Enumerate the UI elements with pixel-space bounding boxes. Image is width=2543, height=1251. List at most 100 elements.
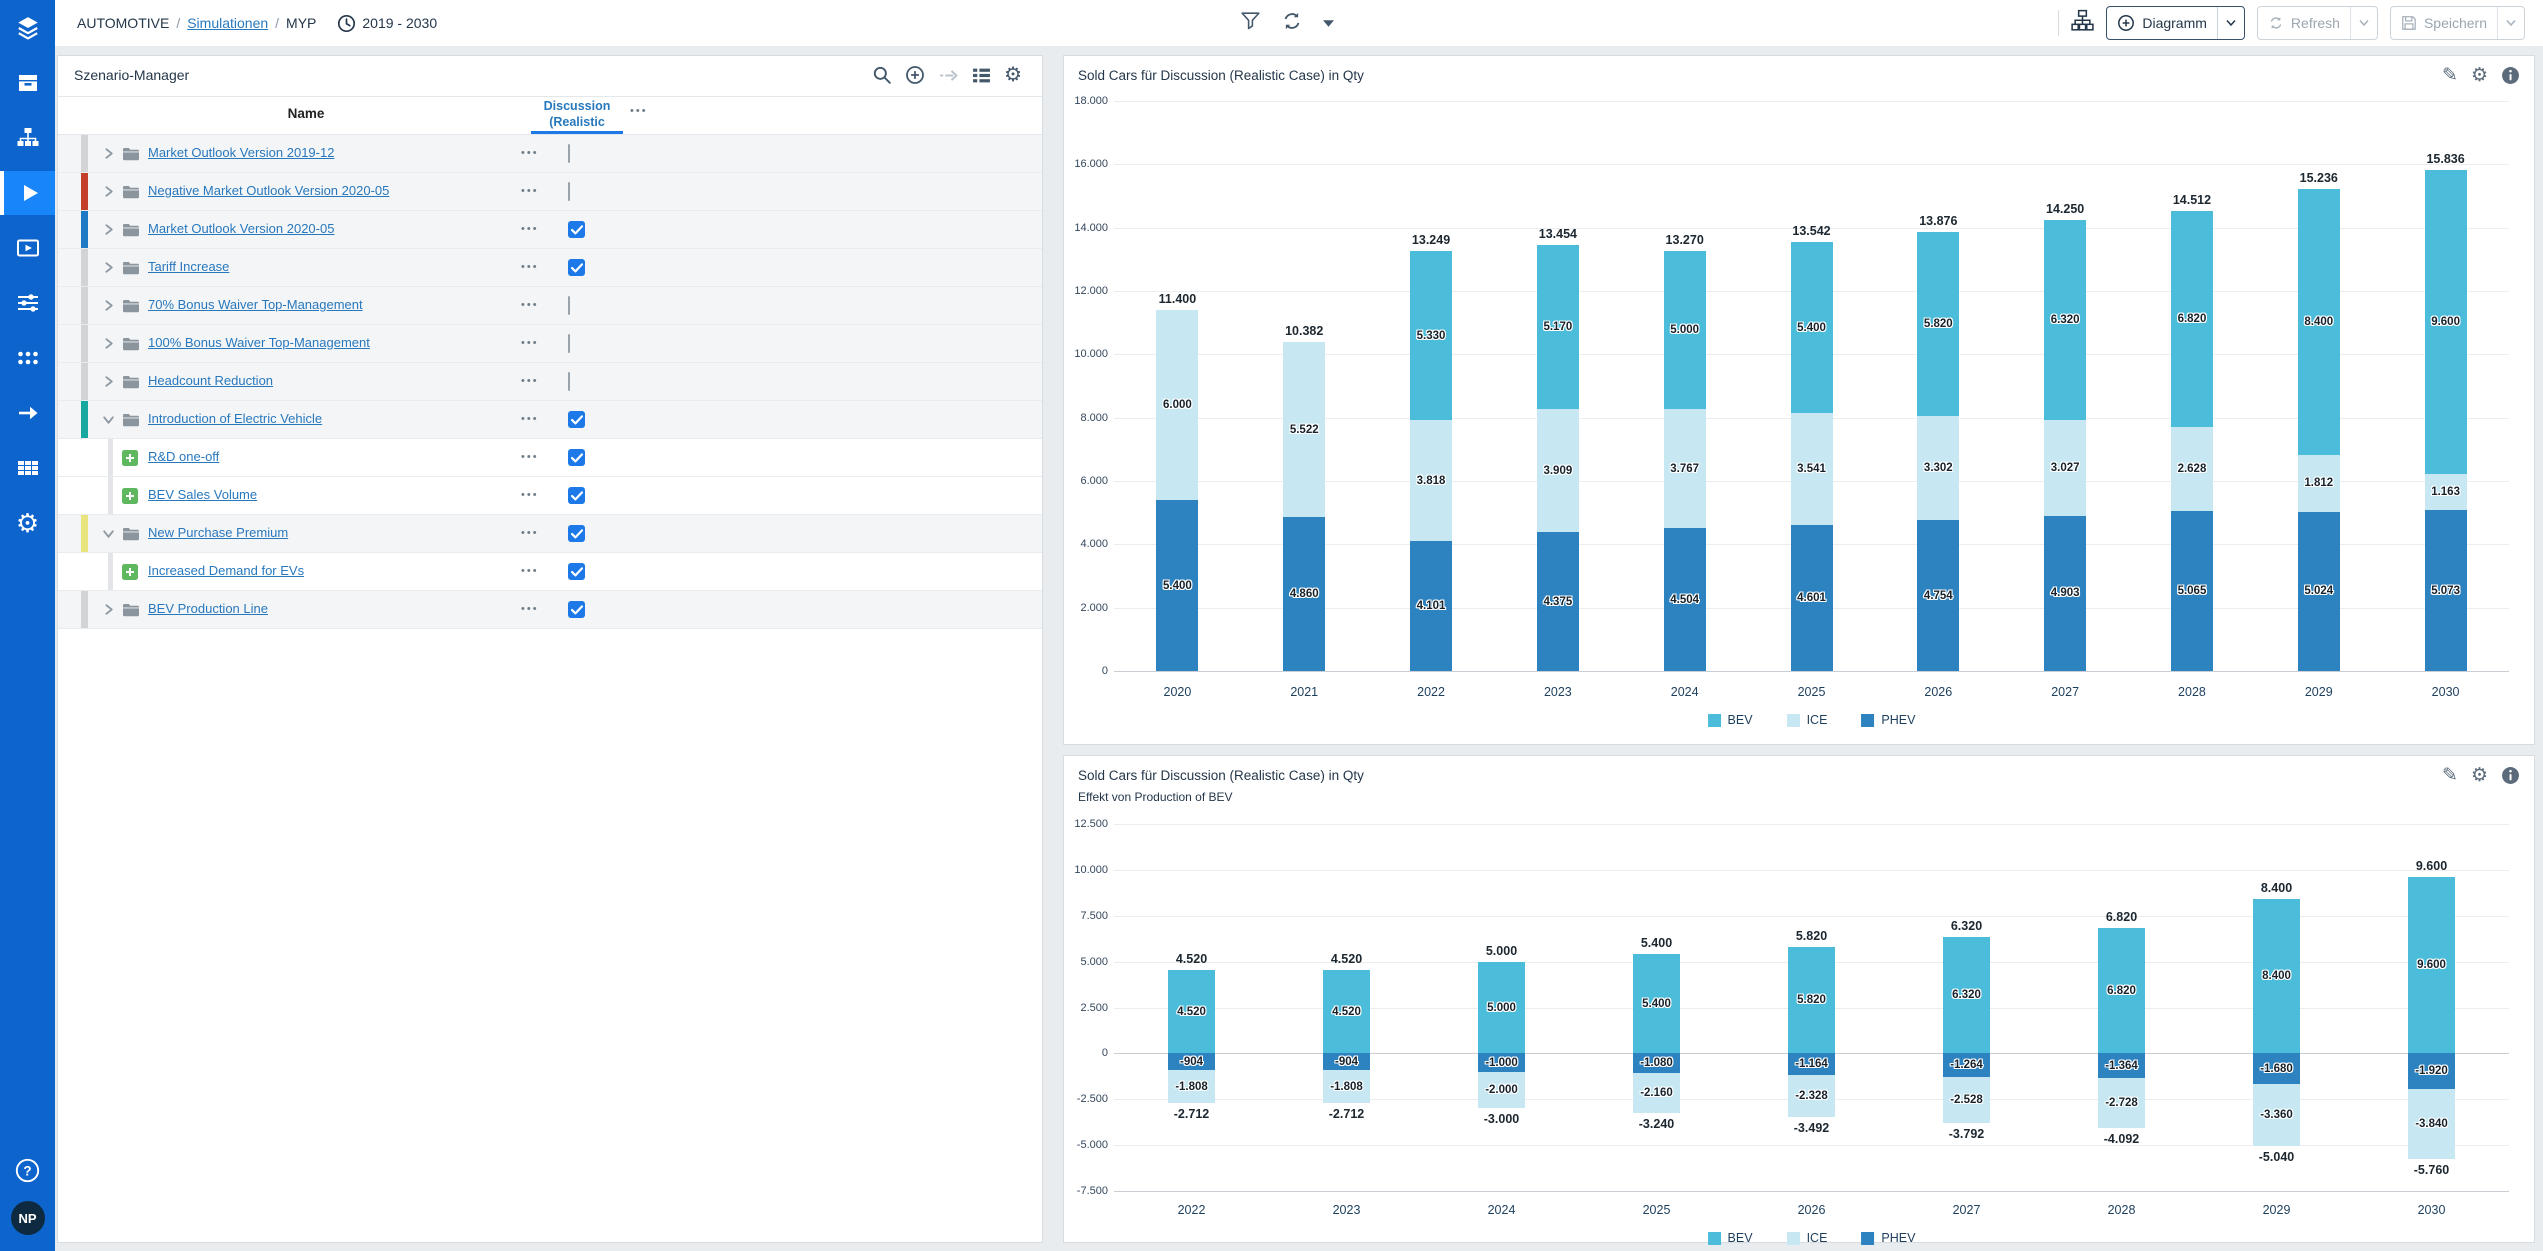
scenario-row[interactable]: Negative Market Outlook Version 2020-05 •… (58, 173, 1042, 211)
legend-item-phev[interactable]: PHEV (1861, 1231, 1915, 1245)
scenario-row[interactable]: Introduction of Electric Vehicle ••• (58, 401, 1042, 439)
help-button[interactable]: ? (14, 1157, 41, 1189)
scenario-name-link[interactable]: BEV Production Line (148, 601, 268, 616)
sidebar-item-gear[interactable]: ⚙ (0, 501, 55, 545)
sidebar-item-play[interactable] (0, 171, 55, 215)
scenario-name-link[interactable]: Headcount Reduction (148, 373, 273, 388)
row-menu-button[interactable]: ••• (521, 413, 539, 425)
row-menu-button[interactable]: ••• (521, 147, 539, 159)
diagram-button-caret[interactable] (2217, 7, 2244, 39)
info-icon[interactable] (2501, 766, 2520, 785)
scenario-row[interactable]: Tariff Increase••• (58, 249, 1042, 287)
scenario-checkbox[interactable] (568, 449, 585, 466)
scenario-name-link[interactable]: Market Outlook Version 2019-12 (148, 145, 334, 160)
row-menu-button[interactable]: ••• (521, 337, 539, 349)
refresh-icon[interactable] (1281, 10, 1303, 37)
row-menu-button[interactable]: ••• (521, 261, 539, 273)
avatar[interactable]: NP (11, 1201, 45, 1235)
chevron-down-icon[interactable] (102, 413, 115, 431)
save-button-caret[interactable] (2497, 7, 2524, 39)
scenario-row[interactable]: New Purchase Premium ••• (58, 515, 1042, 553)
scenario-checkbox[interactable] (568, 221, 585, 238)
save-button[interactable]: Speichern (2390, 6, 2525, 40)
scenario-checkbox[interactable] (568, 601, 585, 618)
chevron-right-icon[interactable] (102, 603, 115, 621)
scenario-row[interactable]: Market Outlook Version 2020-05 ••• (58, 211, 1042, 249)
legend-item-phev[interactable]: PHEV (1861, 713, 1915, 727)
sidebar-item-video-play[interactable] (0, 226, 55, 270)
scenario-checkbox[interactable] (568, 411, 585, 428)
scenario-checkbox[interactable] (568, 144, 570, 163)
scenario-row[interactable]: Increased Demand for EVs ••• (58, 553, 1042, 591)
legend-item-ice[interactable]: ICE (1787, 1231, 1828, 1245)
scenario-row[interactable]: 100% Bonus Waiver Top-Management ••• (58, 325, 1042, 363)
row-menu-button[interactable]: ••• (521, 223, 539, 235)
scenario-checkbox[interactable] (568, 525, 585, 542)
scenario-checkbox[interactable] (568, 296, 570, 315)
list-view-icon[interactable] (972, 67, 991, 84)
legend-item-ice[interactable]: ICE (1787, 713, 1828, 727)
chevron-down-icon[interactable] (102, 527, 115, 545)
sidebar-item-arrow-right[interactable] (0, 391, 55, 435)
scenario-row[interactable]: BEV Sales Volume ••• (58, 477, 1042, 515)
row-menu-button[interactable]: ••• (521, 603, 539, 615)
goto-arrow-icon[interactable] (938, 67, 959, 84)
search-icon[interactable] (872, 65, 892, 85)
row-menu-button[interactable]: ••• (521, 565, 539, 577)
scenario-name-link[interactable]: 100% Bonus Waiver Top-Management (148, 335, 370, 350)
row-menu-button[interactable]: ••• (521, 451, 539, 463)
sidebar-item-org-chart[interactable] (0, 116, 55, 160)
scenario-name-link[interactable]: R&D one-off (148, 449, 219, 464)
chevron-right-icon[interactable] (102, 223, 115, 241)
scenario-row[interactable]: 70% Bonus Waiver Top-Management ••• (58, 287, 1042, 325)
column-menu-button[interactable]: ••• (630, 105, 648, 117)
row-menu-button[interactable]: ••• (521, 527, 539, 539)
sidebar-item-sliders[interactable] (0, 281, 55, 325)
sidebar-item-layers[interactable] (0, 6, 55, 50)
scenario-checkbox[interactable] (568, 334, 570, 353)
edit-icon[interactable]: ✎ (2442, 766, 2458, 785)
sidebar-item-network[interactable] (0, 336, 55, 380)
refresh-button-caret[interactable] (2350, 7, 2377, 39)
refresh-button[interactable]: Refresh (2257, 6, 2378, 40)
scenario-row[interactable]: R&D one-off ••• (58, 439, 1042, 477)
scenario-name-link[interactable]: Introduction of Electric Vehicle (148, 411, 322, 426)
gear-icon[interactable]: ⚙ (2471, 66, 2488, 85)
scenario-name-link[interactable]: Negative Market Outlook Version 2020-05 (148, 183, 389, 198)
chevron-right-icon[interactable] (102, 147, 115, 165)
scenario-name-link[interactable]: New Purchase Premium (148, 525, 288, 540)
row-menu-button[interactable]: ••• (521, 185, 539, 197)
filter-icon[interactable] (1240, 11, 1261, 35)
scenario-checkbox[interactable] (568, 259, 585, 276)
diagram-button[interactable]: Diagramm (2106, 6, 2245, 40)
scenario-name-link[interactable]: 70% Bonus Waiver Top-Management (148, 297, 363, 312)
sidebar-item-archive[interactable] (0, 61, 55, 105)
chevron-right-icon[interactable] (102, 299, 115, 317)
chevron-right-icon[interactable] (102, 337, 115, 355)
info-icon[interactable] (2501, 66, 2520, 85)
scenario-name-link[interactable]: Increased Demand for EVs (148, 563, 304, 578)
scenario-checkbox[interactable] (568, 563, 585, 580)
plus-circle-icon[interactable] (905, 65, 925, 85)
chevron-right-icon[interactable] (102, 375, 115, 393)
scenario-row[interactable]: Market Outlook Version 2019-12 ••• (58, 135, 1042, 173)
breadcrumb-item-simulationen[interactable]: Simulationen (187, 15, 268, 31)
chevron-right-icon[interactable] (102, 261, 115, 279)
edit-icon[interactable]: ✎ (2442, 66, 2458, 85)
row-menu-button[interactable]: ••• (521, 375, 539, 387)
layout-arrange-icon[interactable] (2071, 9, 2094, 37)
scenario-checkbox[interactable] (568, 372, 570, 391)
chevron-right-icon[interactable] (102, 185, 115, 203)
scenario-name-link[interactable]: BEV Sales Volume (148, 487, 257, 502)
scenario-checkbox[interactable] (568, 487, 585, 504)
gear-icon[interactable]: ⚙ (2471, 766, 2488, 785)
row-menu-button[interactable]: ••• (521, 489, 539, 501)
sidebar-item-table[interactable] (0, 446, 55, 490)
scenario-name-link[interactable]: Market Outlook Version 2020-05 (148, 221, 334, 236)
legend-item-bev[interactable]: BEV (1708, 713, 1753, 727)
scenario-checkbox[interactable] (568, 182, 570, 201)
scenario-row[interactable]: Headcount Reduction ••• (58, 363, 1042, 401)
scenario-row[interactable]: BEV Production Line ••• (58, 591, 1042, 629)
column-header-discussion[interactable]: Discussion (Realistic (531, 99, 623, 130)
row-menu-button[interactable]: ••• (521, 299, 539, 311)
